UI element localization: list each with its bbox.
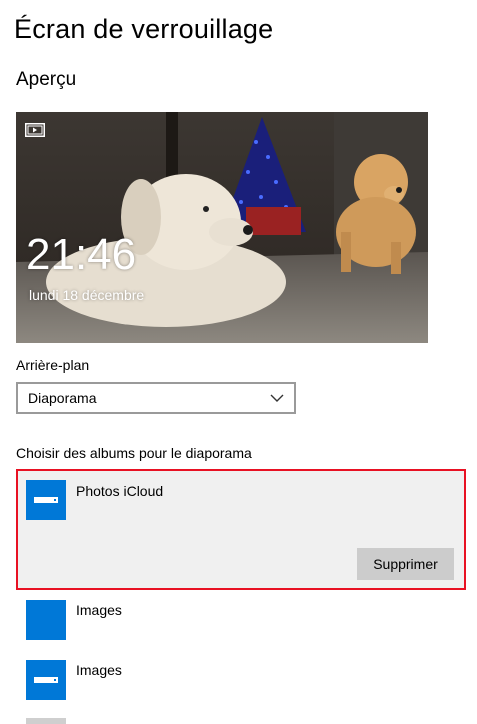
album-name: Photos iCloud (76, 483, 164, 499)
album-item-photos-icloud[interactable]: Photos iCloud Supprimer (16, 469, 466, 590)
background-label: Arrière-plan (16, 357, 90, 373)
drive-icon (26, 660, 66, 700)
album-item-images-2[interactable]: Images (16, 653, 462, 708)
folder-icon (26, 600, 66, 640)
drive-icon (26, 480, 66, 520)
background-dropdown-value: Diaporama (28, 390, 97, 406)
preview-photo (16, 112, 428, 343)
album-item-images-1[interactable]: Images (16, 593, 462, 648)
add-album-icon[interactable] (26, 718, 66, 724)
chevron-down-icon (270, 394, 284, 402)
album-name: Images (76, 662, 122, 678)
remove-album-button[interactable]: Supprimer (357, 548, 454, 580)
album-name: Images (76, 602, 122, 618)
background-dropdown[interactable]: Diaporama (16, 382, 296, 414)
slideshow-icon (25, 123, 45, 137)
lock-screen-time: 21:46 (26, 230, 137, 279)
lock-screen-preview: 21:46 lundi 18 décembre (16, 112, 428, 343)
page-title: Écran de verrouillage (14, 14, 274, 44)
albums-label: Choisir des albums pour le diaporama (16, 445, 252, 461)
lock-screen-date: lundi 18 décembre (29, 287, 145, 303)
preview-section-title: Aperçu (16, 69, 77, 90)
